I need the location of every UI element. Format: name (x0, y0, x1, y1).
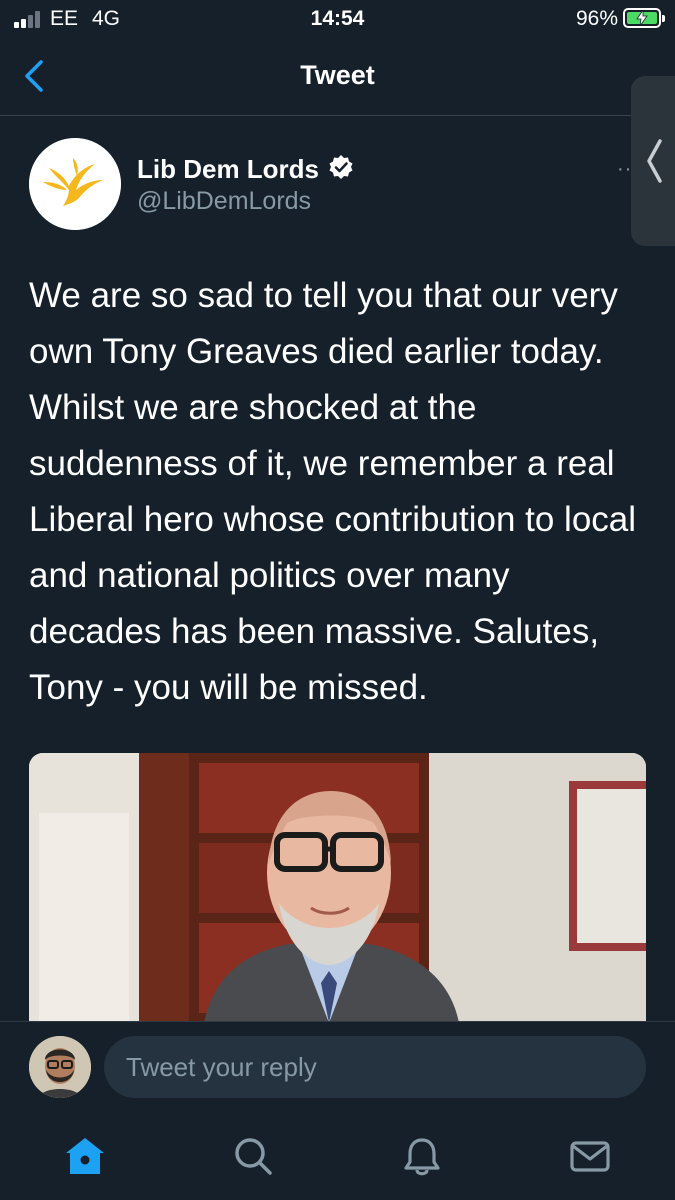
tab-notifications[interactable] (398, 1132, 446, 1180)
page-title: Tweet (300, 60, 375, 90)
reply-input[interactable]: Tweet your reply (104, 1036, 646, 1098)
reply-bar: Tweet your reply (0, 1021, 675, 1116)
author-name[interactable]: Lib Dem Lords (137, 154, 319, 185)
author-avatar[interactable] (29, 138, 121, 230)
tab-home[interactable] (61, 1132, 109, 1180)
chevron-left-icon (647, 139, 662, 183)
search-icon (235, 1138, 272, 1175)
status-bar: EE 4G 14:54 96% (0, 0, 675, 40)
status-time: 14:54 (310, 7, 365, 30)
home-icon (66, 1138, 104, 1174)
more-options-icon[interactable]: ·· (617, 158, 632, 181)
tweet-photo[interactable] (29, 753, 646, 1023)
battery-charging-icon (623, 8, 665, 28)
tab-bar (0, 1116, 675, 1200)
tab-messages[interactable] (566, 1132, 614, 1180)
notifications-icon (404, 1138, 440, 1176)
side-panel-handle[interactable] (631, 76, 675, 246)
user-avatar[interactable] (29, 1036, 91, 1098)
verified-badge-icon (328, 154, 354, 180)
tab-search[interactable] (229, 1132, 277, 1180)
messages-icon (570, 1141, 610, 1172)
bird-logo-icon (29, 138, 121, 230)
screen: EE 4G 14:54 96% Tweet Lib Dem Lords @Lib… (0, 0, 675, 1200)
author-handle[interactable]: @LibDemLords (137, 187, 311, 216)
nav-bar: Tweet (0, 40, 675, 116)
tweet-text: We are so sad to tell you that our very … (29, 276, 637, 707)
battery-percent: 96% (575, 7, 618, 30)
